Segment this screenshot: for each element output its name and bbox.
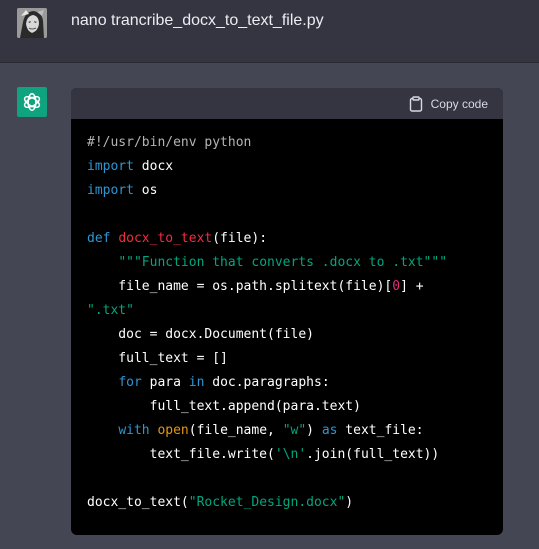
code-token-string: "w" (282, 423, 307, 438)
code-token-keyword: def (87, 231, 111, 246)
code-token-comment: #!/usr/bin/env python (87, 135, 252, 150)
code-line: text_file.write('\n'.join(full_text)) (87, 443, 487, 467)
code-token-plain: full_text = [] (87, 351, 228, 366)
code-token-plain: ] + (400, 279, 424, 294)
code-token-plain: para (141, 375, 189, 390)
code-token-plain: text_file: (337, 423, 424, 438)
code-token-keyword: in (188, 375, 205, 390)
code-token-builtin: open (157, 423, 189, 438)
copy-code-button[interactable]: Copy code (409, 88, 488, 119)
clipboard-icon (409, 95, 423, 112)
user-avatar-image (17, 8, 47, 38)
openai-logo-icon (23, 93, 41, 111)
code-token-plain: doc.paragraphs: (204, 375, 330, 390)
assistant-avatar (17, 87, 47, 117)
code-line: with open(file_name, "w") as text_file: (87, 419, 487, 443)
code-line: ".txt" (87, 299, 487, 323)
code-token-plain: (file_name, (188, 423, 283, 438)
user-message-row: nano trancribe_docx_to_text_file.py (0, 0, 539, 63)
code-token-plain: ) (306, 423, 322, 438)
code-token-plain: text_file.write( (87, 447, 275, 462)
code-token-plain: full_text.append(para.text) (87, 399, 361, 414)
code-token-plain: os (133, 183, 158, 198)
code-line: file_name = os.path.splitext(file)[0] + (87, 275, 487, 299)
code-token-keyword: import (87, 183, 134, 198)
user-avatar (17, 8, 47, 38)
code-line: for para in doc.paragraphs: (87, 371, 487, 395)
code-token-plain: docx (133, 159, 174, 174)
code-token-keyword: as (321, 423, 338, 438)
code-token-string: "Rocket_Design.docx" (188, 495, 346, 510)
code-line: docx_to_text("Rocket_Design.docx") (87, 491, 487, 515)
code-line: #!/usr/bin/env python (87, 131, 487, 155)
code-token-string: ".txt" (87, 303, 134, 318)
copy-code-label: Copy code (430, 96, 488, 111)
code-token-plain: ) (345, 495, 354, 510)
code-line: """Function that converts .docx to .txt"… (87, 251, 487, 275)
code-block: Copy code #!/usr/bin/env python import do… (71, 88, 503, 535)
code-token-keyword: with (118, 423, 150, 438)
code-token-plain: file_name = os.path.splitext(file)[ (87, 279, 393, 294)
code-line: def docx_to_text(file): (87, 227, 487, 251)
code-line: full_text = [] (87, 347, 487, 371)
code-line: import docx (87, 155, 487, 179)
code-token-string: '\n' (274, 447, 307, 462)
code-token-plain: (file): (212, 231, 268, 246)
code-token-number: 0 (392, 279, 401, 294)
code-token-plain: doc = docx.Document(file) (87, 327, 314, 342)
code-block-header: Copy code (71, 88, 503, 119)
code-line: doc = docx.Document(file) (87, 323, 487, 347)
code-line: full_text.append(para.text) (87, 395, 487, 419)
code-token-string: """Function that converts .docx to .txt"… (118, 255, 448, 270)
code-body: #!/usr/bin/env python import docx import o… (71, 119, 503, 515)
code-token-keyword: for (118, 375, 142, 390)
user-message-text: nano trancribe_docx_to_text_file.py (71, 12, 324, 29)
code-token-plain: docx_to_text( (87, 495, 189, 510)
code-token-plain: .join(full_text)) (306, 447, 440, 462)
code-token-func: docx_to_text (118, 231, 213, 246)
code-line: import os (87, 179, 487, 203)
code-token-keyword: import (87, 159, 134, 174)
